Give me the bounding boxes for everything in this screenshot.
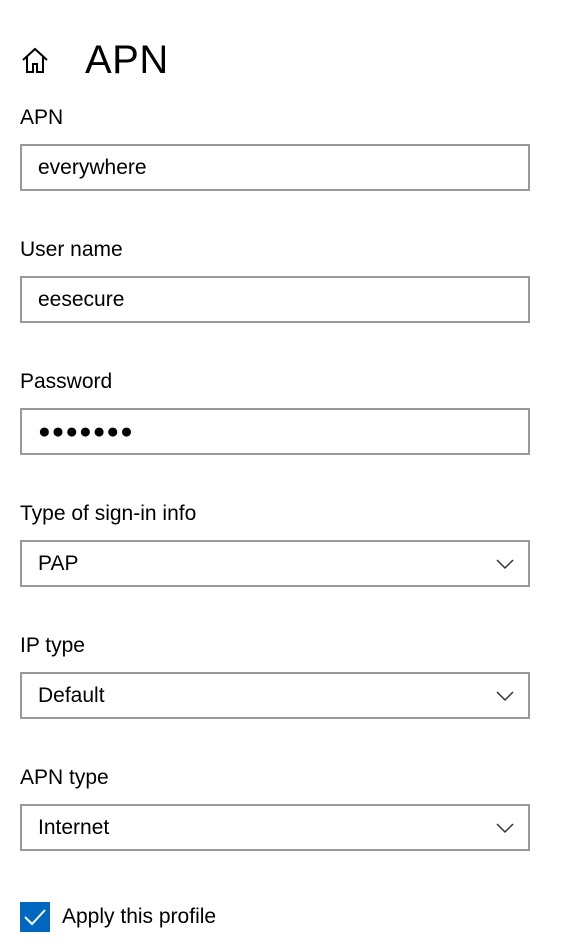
username-label: User name: [20, 238, 123, 261]
page-title: APN: [85, 37, 169, 82]
ip-type-label: IP type: [20, 634, 85, 657]
chevron-down-icon: [496, 690, 514, 702]
signin-type-value: PAP: [38, 551, 79, 575]
home-icon: [22, 47, 48, 73]
ip-type-dropdown[interactable]: Default: [20, 672, 530, 719]
apn-label: APN: [20, 106, 64, 129]
password-field[interactable]: ●●●●●●●: [20, 408, 530, 455]
page-header: APN: [20, 30, 169, 90]
chevron-down-icon: [496, 822, 514, 834]
signin-type-dropdown[interactable]: PAP: [20, 540, 530, 587]
apply-profile-label: Apply this profile: [62, 905, 217, 928]
chevron-down-icon: [496, 558, 514, 570]
apply-profile-checkbox[interactable]: [20, 902, 50, 932]
apn-field[interactable]: everywhere: [20, 144, 530, 191]
password-label: Password: [20, 370, 113, 393]
ip-type-value: Default: [38, 683, 105, 707]
username-value: eesecure: [38, 287, 125, 311]
home-button[interactable]: [20, 45, 50, 75]
apn-type-value: Internet: [38, 815, 110, 839]
signin-type-label: Type of sign-in info: [20, 502, 197, 525]
apn-type-label: APN type: [20, 766, 109, 789]
checkmark-icon: [24, 909, 46, 926]
username-field[interactable]: eesecure: [20, 276, 530, 323]
apn-type-dropdown[interactable]: Internet: [20, 804, 530, 851]
password-value: ●●●●●●●: [38, 419, 134, 443]
apn-value: everywhere: [38, 155, 147, 179]
apply-profile-row[interactable]: Apply this profile: [20, 902, 216, 932]
